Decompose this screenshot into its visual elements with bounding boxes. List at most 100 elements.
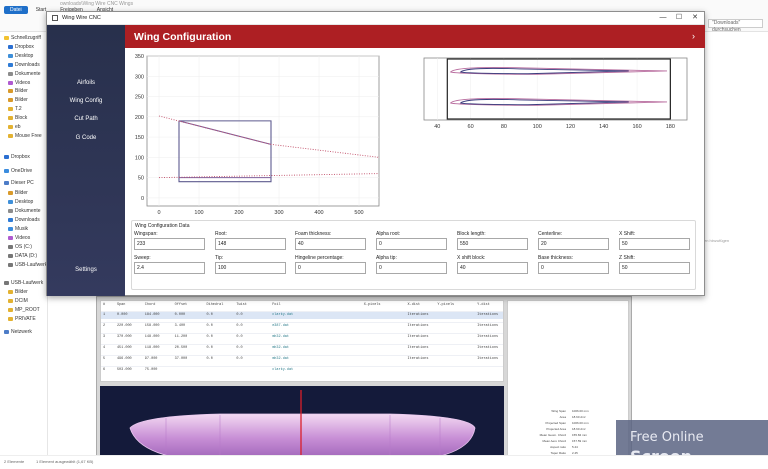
table-cell[interactable] — [205, 367, 235, 374]
table-cell[interactable]: 3.400 — [173, 323, 205, 330]
table-cell[interactable]: 451.000 — [115, 345, 143, 352]
table-row[interactable]: 5 496.000 97.000 37.000 0.0 0.0 mh32.dat Iterat… — [101, 355, 503, 363]
table-cell[interactable]: 0.0 — [234, 312, 270, 319]
table-row[interactable]: 1 0.000 184.000 0.000 0.0 0.0 clarky.dat Iterat… — [101, 311, 503, 319]
table-cell[interactable]: 11.200 — [173, 334, 205, 341]
tip-input[interactable] — [215, 262, 286, 274]
table-row[interactable]: 4 451.000 118.000 20.500 0.0 0.0 mh32.dat Itera… — [101, 344, 503, 352]
table-cell[interactable]: e387.dat — [270, 323, 362, 330]
column-header[interactable]: Dihedral — [205, 302, 235, 310]
alpha-tip-input[interactable] — [376, 262, 447, 274]
table-cell[interactable] — [234, 367, 270, 374]
table-cell[interactable]: 503.000 — [115, 367, 143, 374]
table-cell[interactable]: 37.000 — [173, 356, 205, 363]
table-row[interactable]: 6 503.000 75.000 clarky.dat — [101, 366, 503, 374]
table-cell[interactable]: Iterations — [406, 323, 436, 330]
column-header[interactable]: Y-pixels — [435, 302, 475, 310]
explorer-tree-item[interactable]: Videos — [8, 235, 30, 241]
explorer-tree-item[interactable]: eb — [8, 124, 21, 130]
table-cell[interactable]: clarky.dat — [270, 367, 362, 374]
explorer-tree-item[interactable]: MP_ROOT — [8, 307, 40, 313]
explorer-tree-item[interactable]: Bilder — [8, 88, 28, 94]
table-cell[interactable]: 1 — [101, 312, 115, 319]
table-cell[interactable]: Iterations — [406, 356, 436, 363]
block-length-input[interactable] — [457, 238, 528, 250]
table-cell[interactable]: Iterations — [475, 312, 503, 319]
table-cell[interactable] — [362, 367, 406, 374]
column-header[interactable]: Chord — [143, 302, 173, 310]
explorer-tree-item[interactable]: Dieser PC — [4, 180, 34, 186]
explorer-tree-item[interactable]: Bilder — [8, 289, 28, 295]
wingspan-input[interactable] — [134, 238, 205, 250]
table-cell[interactable]: 75.000 — [143, 367, 173, 374]
table-cell[interactable]: 0.0 — [205, 334, 235, 341]
explorer-tree-item[interactable]: Dropbox — [8, 44, 34, 50]
explorer-tree-item[interactable]: Bilder — [8, 190, 28, 196]
table-cell[interactable]: 496.000 — [115, 356, 143, 363]
table-cell[interactable]: 5 — [101, 356, 115, 363]
chevron-right-icon[interactable]: › — [692, 31, 695, 41]
explorer-tree-item[interactable]: USB-Laufwerk — [4, 280, 43, 286]
table-cell[interactable]: mh32.dat — [270, 356, 362, 363]
explorer-tree-item[interactable]: Mouse Free — [8, 133, 42, 139]
table-cell[interactable] — [362, 312, 406, 319]
column-header[interactable]: X-pixels — [362, 302, 406, 310]
table-cell[interactable]: 0.0 — [205, 356, 235, 363]
column-header[interactable]: Y-dist — [475, 302, 503, 310]
explorer-tree-item[interactable]: DCIM — [8, 298, 28, 304]
table-row[interactable]: 3 370.000 148.000 11.200 0.0 0.0 mh32.dat Itera… — [101, 333, 503, 341]
window-titlebar[interactable]: Wing Wire CNC — ☐ ✕ — [47, 12, 704, 25]
table-cell[interactable]: mh32.dat — [270, 334, 362, 341]
explorer-tree-item[interactable]: Dropbox — [4, 154, 30, 160]
table-cell[interactable] — [173, 367, 205, 374]
nav-item-airfoils[interactable]: Airfoils — [47, 80, 125, 86]
explorer-tree-item[interactable]: Block — [8, 115, 27, 121]
table-cell[interactable] — [435, 334, 475, 341]
column-header[interactable]: Foil — [270, 302, 362, 310]
maximize-button[interactable]: ☐ — [672, 13, 686, 23]
table-cell[interactable]: mh32.dat — [270, 345, 362, 352]
column-header[interactable]: Span — [115, 302, 143, 310]
table-cell[interactable]: 118.000 — [143, 345, 173, 352]
column-header[interactable]: X-dist — [406, 302, 436, 310]
explorer-tree-item[interactable]: Downloads — [8, 62, 40, 68]
table-cell[interactable]: 0.000 — [173, 312, 205, 319]
x-shift-block-input[interactable] — [457, 262, 528, 274]
root-input[interactable] — [215, 238, 286, 250]
table-cell[interactable]: Iterations — [406, 345, 436, 352]
table-cell[interactable] — [475, 367, 503, 374]
foam-thickness-input[interactable] — [295, 238, 366, 250]
table-cell[interactable] — [435, 345, 475, 352]
table-cell[interactable]: 0.0 — [205, 312, 235, 319]
table-cell[interactable] — [362, 323, 406, 330]
table-cell[interactable]: 0.0 — [234, 334, 270, 341]
table-cell[interactable] — [362, 334, 406, 341]
explorer-tree-item[interactable]: Downloads — [8, 217, 40, 223]
table-cell[interactable]: 20.500 — [173, 345, 205, 352]
alpha-root-input[interactable] — [376, 238, 447, 250]
column-header[interactable]: # — [101, 302, 115, 310]
table-cell[interactable] — [435, 367, 475, 374]
table-cell[interactable]: 4 — [101, 345, 115, 352]
explorer-tab-file[interactable]: Datei — [4, 6, 28, 14]
table-cell[interactable]: 3 — [101, 334, 115, 341]
centerline-input[interactable] — [538, 238, 609, 250]
table-cell[interactable]: Iterations — [406, 312, 436, 319]
wing-3d-preview[interactable] — [100, 386, 504, 466]
table-cell[interactable]: 97.000 — [143, 356, 173, 363]
explorer-tree-item[interactable]: OS (C:) — [8, 244, 32, 250]
table-cell[interactable] — [362, 356, 406, 363]
explorer-tree-item[interactable]: Netzwerk — [4, 329, 32, 335]
explorer-tree-item[interactable]: Schnellzugriff — [4, 35, 41, 41]
explorer-tree-item[interactable]: Bilder — [8, 97, 28, 103]
table-cell[interactable]: Iterations — [475, 345, 503, 352]
explorer-tree-item[interactable]: Dokumente — [8, 208, 41, 214]
z-shift-input[interactable] — [619, 262, 690, 274]
table-cell[interactable] — [435, 323, 475, 330]
nav-item-g-code[interactable]: G Code — [47, 135, 125, 141]
table-cell[interactable]: 0.0 — [234, 345, 270, 352]
table-cell[interactable]: Iterations — [475, 323, 503, 330]
table-cell[interactable]: Iterations — [475, 356, 503, 363]
explorer-search-input[interactable]: "Downloads" durchsuchen — [708, 19, 763, 33]
table-cell[interactable]: 0.000 — [115, 312, 143, 319]
